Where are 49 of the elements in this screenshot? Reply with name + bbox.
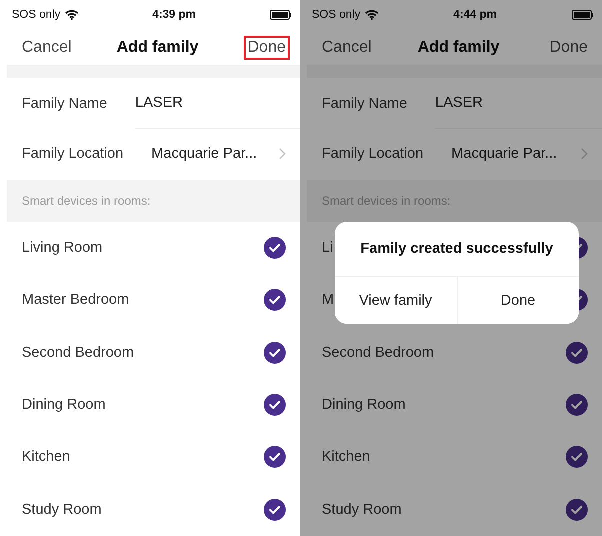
- wifi-icon: [64, 10, 79, 20]
- nav-title: Add family: [116, 38, 199, 57]
- field-label: Family Location: [22, 146, 124, 162]
- chevron-right-icon: [279, 148, 286, 160]
- done-button[interactable]: Done: [546, 36, 592, 60]
- checked-circle-icon[interactable]: [566, 394, 588, 416]
- location-value[interactable]: Macquarie Par...: [452, 146, 558, 162]
- chevron-right-icon: [581, 148, 588, 160]
- nav-title: Add family: [418, 38, 500, 57]
- carrier-text: SOS only: [312, 9, 361, 22]
- checked-circle-icon[interactable]: [264, 289, 286, 312]
- section-header: Smart devices in rooms:: [7, 180, 300, 222]
- checked-circle-icon[interactable]: [566, 498, 588, 521]
- room-name: Master Bedroom: [22, 292, 130, 308]
- status-time: 4:39 pm: [152, 9, 196, 22]
- room-name: Kitchen: [322, 449, 370, 466]
- room-name: Second Bedroom: [22, 344, 134, 361]
- carrier-text: SOS only: [12, 9, 61, 22]
- checked-circle-icon[interactable]: [264, 342, 286, 364]
- wifi-icon: [364, 10, 379, 20]
- location-value[interactable]: Macquarie Par...: [152, 146, 258, 162]
- checked-circle-icon[interactable]: [264, 446, 286, 468]
- field-label: Family Name: [22, 96, 108, 112]
- room-name: M: [322, 292, 334, 308]
- dialog-button[interactable]: Done: [456, 277, 579, 324]
- battery-icon: [572, 10, 594, 20]
- field-value[interactable]: LASER: [435, 95, 483, 112]
- room-name: Second Bedroom: [322, 344, 434, 361]
- section-header: Smart devices in rooms:: [307, 180, 602, 222]
- checked-circle-icon[interactable]: [264, 394, 286, 416]
- cancel-button[interactable]: Cancel: [322, 38, 372, 57]
- field-label: Family Name: [322, 96, 408, 112]
- field-label: Family Location: [322, 146, 424, 162]
- room-name: Study Room: [322, 502, 402, 518]
- done-button[interactable]: Done: [244, 36, 290, 60]
- room-name: Living Room: [22, 240, 103, 256]
- checked-circle-icon[interactable]: [566, 446, 588, 468]
- battery-icon: [270, 10, 292, 20]
- cancel-button[interactable]: Cancel: [22, 38, 72, 57]
- room-name: Dining Room: [22, 397, 106, 414]
- checked-circle-icon[interactable]: [264, 498, 286, 521]
- room-name: Li: [322, 240, 334, 256]
- status-time: 4:44 pm: [454, 9, 498, 22]
- field-value[interactable]: LASER: [135, 95, 183, 112]
- room-name: Dining Room: [322, 397, 406, 414]
- room-name: Kitchen: [22, 449, 70, 466]
- room-name: Study Room: [22, 502, 102, 518]
- checked-circle-icon[interactable]: [264, 236, 286, 259]
- checked-circle-icon[interactable]: [566, 342, 588, 364]
